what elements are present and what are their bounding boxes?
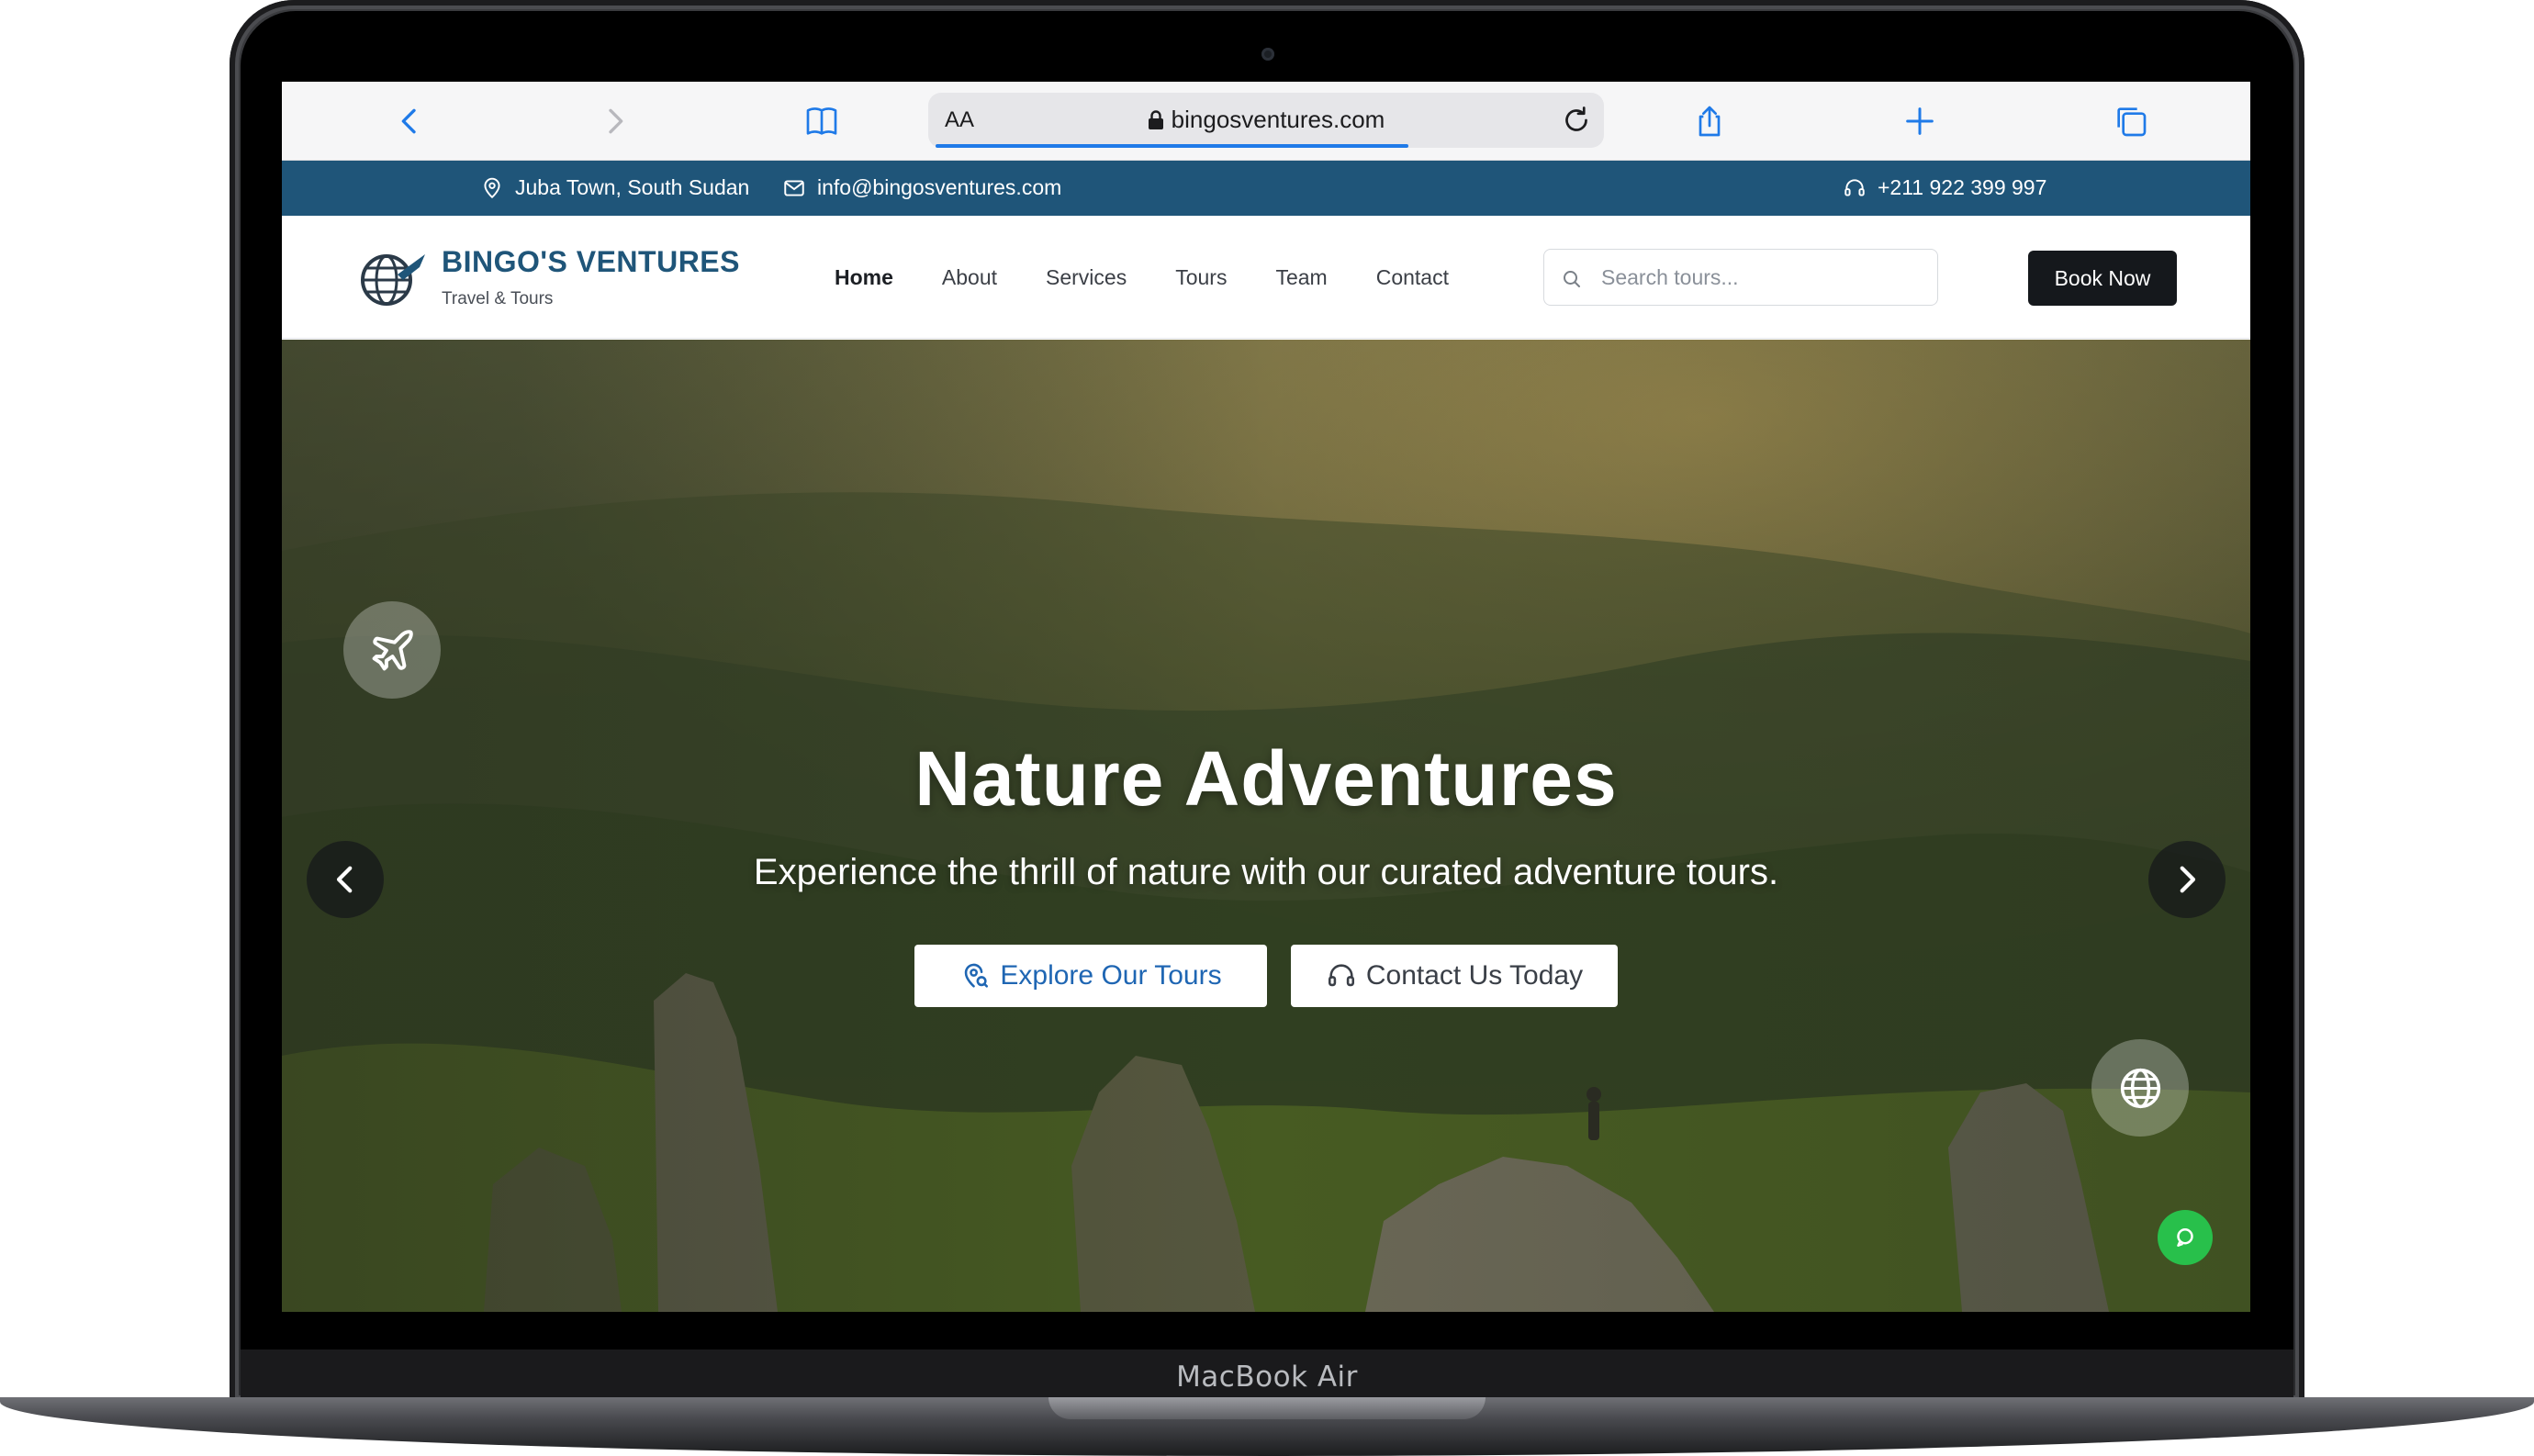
nav-team[interactable]: Team — [1275, 265, 1327, 290]
laptop-chin: MacBook Air — [241, 1350, 2293, 1405]
hero-background-image — [282, 340, 2250, 1312]
url-text: bingosventures.com — [1171, 106, 1385, 133]
share-icon — [1699, 106, 1721, 137]
map-pin-icon — [484, 177, 500, 198]
back-button[interactable] — [388, 100, 431, 142]
reload-icon[interactable] — [1560, 104, 1593, 137]
chevron-left-icon — [401, 108, 416, 134]
search-icon — [1564, 271, 1580, 287]
new-tab-button[interactable] — [1899, 100, 1941, 142]
floating-globe-button[interactable] — [2091, 1039, 2189, 1137]
search-box — [1543, 249, 1938, 306]
forward-button[interactable] — [594, 100, 636, 142]
address-bar[interactable]: AA bingosventures.com — [928, 93, 1604, 148]
brand-tagline: Travel & Tours — [442, 289, 554, 308]
info-bar: Juba Town, South Sudan info@bingosventur… — [282, 161, 2250, 216]
info-location: Juba Town, South Sudan — [480, 175, 749, 200]
floating-plane-button[interactable] — [343, 601, 441, 699]
mail-icon — [784, 179, 804, 196]
map-pin-search-icon — [965, 963, 989, 988]
search-input[interactable] — [1601, 259, 1923, 296]
tabs-button[interactable] — [2110, 100, 2152, 142]
book-icon — [806, 107, 837, 135]
info-email[interactable]: info@bingosventures.com — [782, 175, 1061, 200]
headset-icon — [1844, 178, 1865, 196]
nav-about[interactable]: About — [942, 265, 997, 290]
camera — [1261, 48, 1274, 61]
chat-icon — [2177, 1228, 2193, 1247]
bookmarks-button[interactable] — [801, 100, 843, 142]
hero-subtitle: Experience the thrill of nature with our… — [753, 852, 1779, 892]
explore-tours-button[interactable]: Explore Our Tours — [914, 945, 1267, 1007]
chat-button[interactable] — [2158, 1210, 2213, 1265]
globe-plane-logo-icon[interactable] — [355, 247, 427, 308]
headset-icon — [1328, 964, 1354, 987]
lock-icon — [1148, 108, 1164, 137]
plane-icon — [372, 629, 413, 670]
info-phone[interactable]: +211 922 399 997 — [1843, 175, 2046, 200]
nav-contact[interactable]: Contact — [1376, 265, 1449, 290]
browser-toolbar: AA bingosventures.com — [282, 82, 2250, 161]
laptop-base-notch — [1048, 1397, 1486, 1419]
device-label: MacBook Air — [1176, 1361, 1358, 1394]
chevron-right-icon — [609, 108, 623, 134]
tabs-icon — [2117, 107, 2147, 137]
hero-title: Nature Adventures — [914, 735, 1618, 822]
brand-name[interactable]: BINGO'S VENTURES — [442, 245, 740, 279]
nav-tours[interactable]: Tours — [1175, 265, 1227, 290]
nav-home[interactable]: Home — [835, 265, 893, 290]
page-load-progress — [936, 144, 1409, 148]
hero-slider: Nature Adventures Experience the thrill … — [282, 340, 2250, 1312]
book-now-button[interactable]: Book Now — [2028, 251, 2177, 306]
globe-icon — [2120, 1068, 2160, 1108]
contact-us-button[interactable]: Contact Us Today — [1291, 945, 1618, 1007]
plus-icon — [1906, 107, 1934, 135]
nav-services[interactable]: Services — [1046, 265, 1127, 290]
site-header: BINGO'S VENTURES Travel & Tours Home Abo… — [282, 216, 2250, 339]
screen: AA bingosventures.com Juba Town, South S… — [282, 82, 2250, 1312]
main-nav: Home About Services Tours Team Contact — [835, 265, 1449, 290]
share-button[interactable] — [1688, 100, 1731, 142]
